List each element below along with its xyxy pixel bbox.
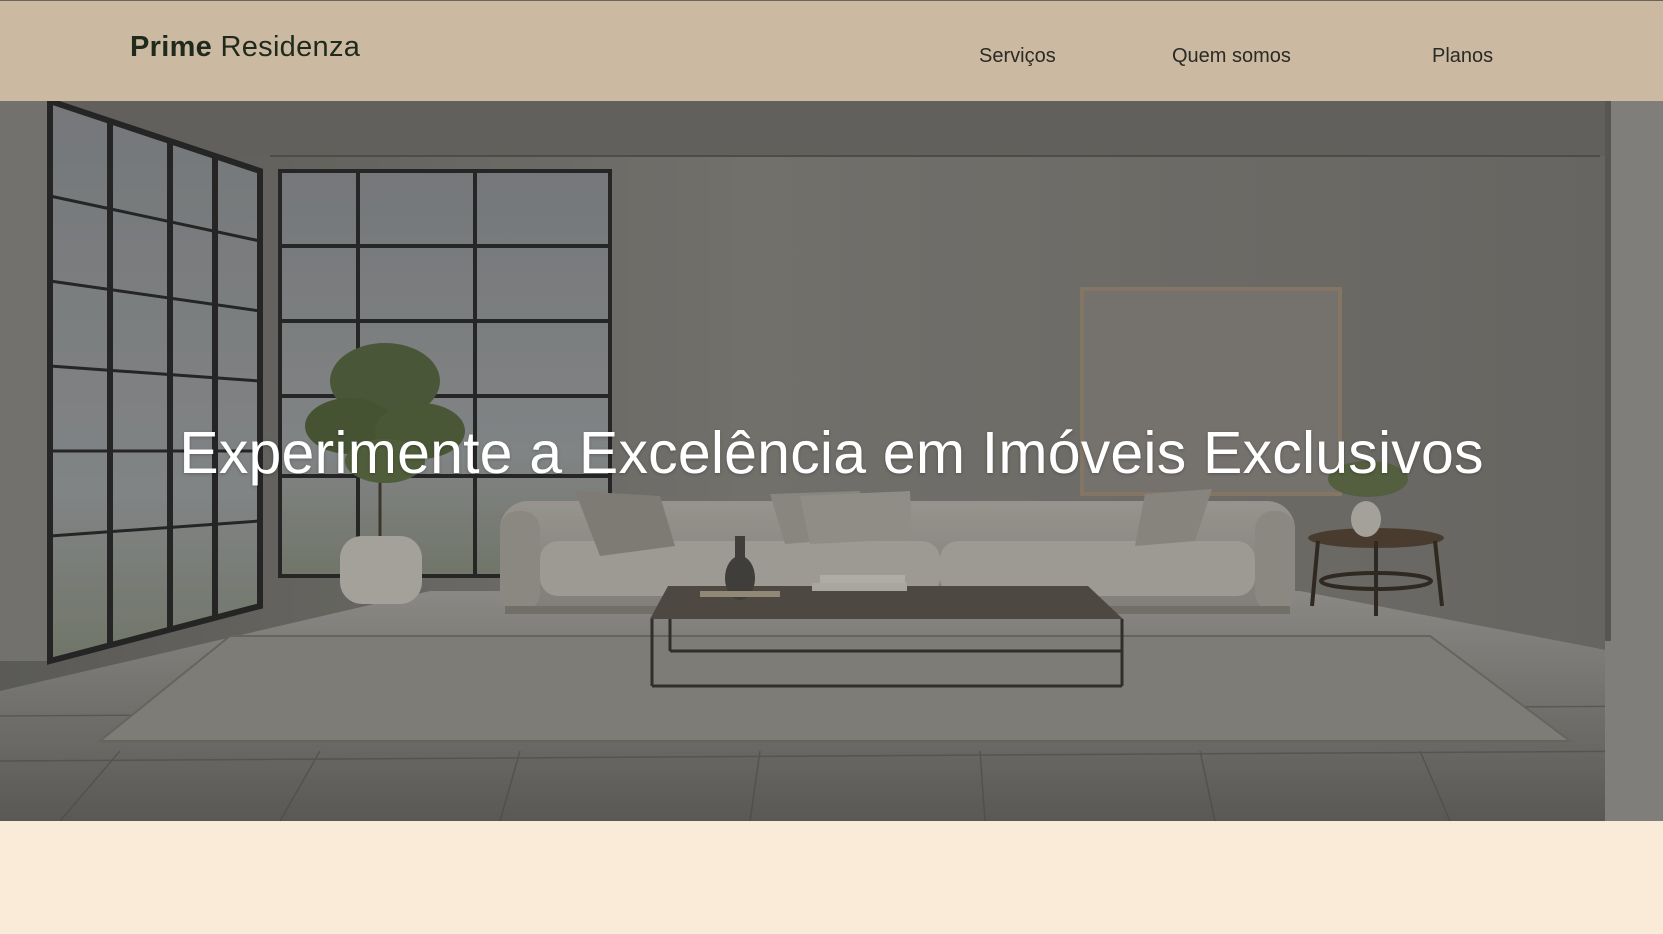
nav-link-quem-somos[interactable]: Quem somos xyxy=(1172,45,1291,68)
hero-section: Experimente a Excelência em Imóveis Excl… xyxy=(0,101,1663,821)
nav-link-planos[interactable]: Planos xyxy=(1432,45,1493,68)
brand-name-bold: Prime xyxy=(130,31,213,63)
page-below-fold xyxy=(0,821,1663,934)
hero-title: Experimente a Excelência em Imóveis Excl… xyxy=(179,419,1484,486)
brand-logo[interactable]: Prime Residenza xyxy=(130,31,360,64)
site-header: Prime Residenza Serviços Quem somos Plan… xyxy=(0,0,1663,101)
nav-link-servicos[interactable]: Serviços xyxy=(979,45,1056,68)
brand-name-light: Residenza xyxy=(212,31,361,63)
